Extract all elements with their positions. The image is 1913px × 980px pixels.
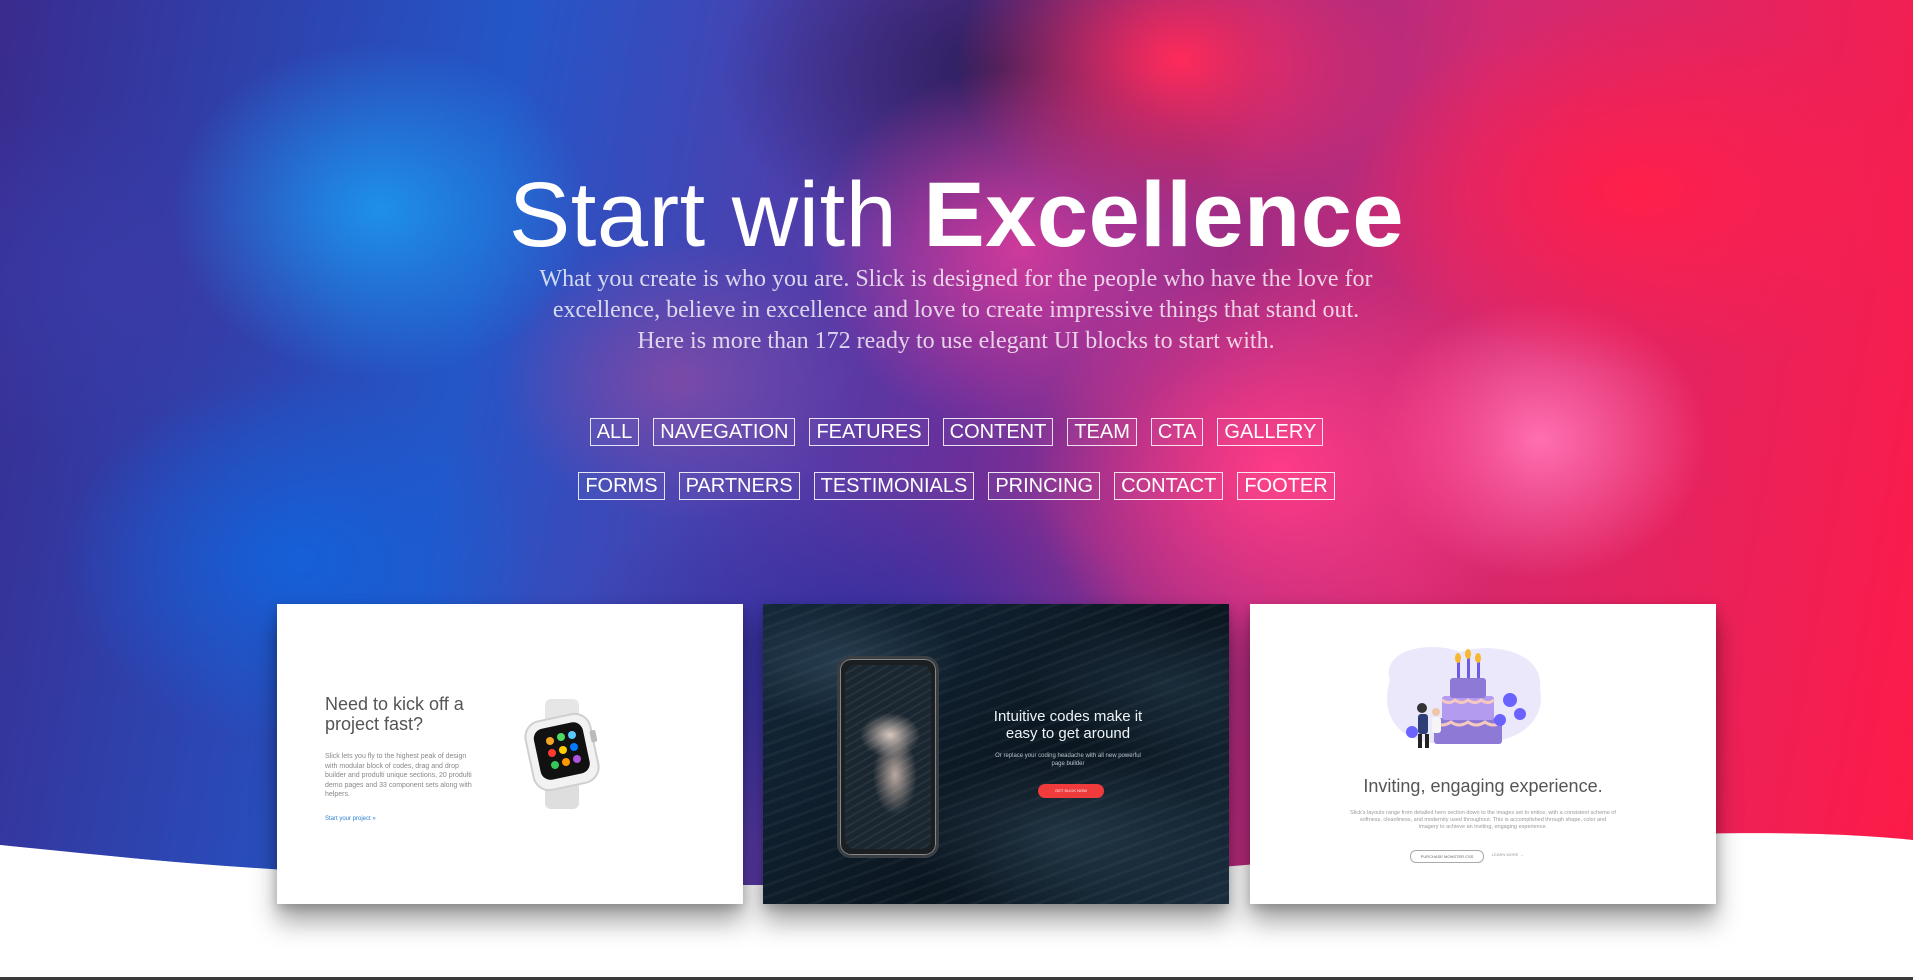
birthday-cake-illustration (1387, 647, 1541, 748)
filter-all[interactable]: ALL (589, 418, 640, 446)
preview-card-intuitive[interactable]: Intuitive codes make it easy to get arou… (763, 604, 1229, 904)
hero-lead-text: What you create is who you are. Slick is… (476, 264, 1436, 357)
phone-screen (845, 665, 931, 849)
card-heading: Need to kick off a project fast? (325, 694, 464, 734)
filter-forms[interactable]: FORMS (578, 472, 665, 500)
filter-row-1: ALL NAVEGATION FEATURES CONTENT TEAM CTA… (0, 418, 1913, 446)
page-title: Start with Excellence (0, 160, 1913, 270)
filter-partners[interactable]: PARTNERS (678, 472, 800, 500)
smartwatch-icon (524, 699, 600, 809)
filter-navegation[interactable]: NAVEGATION (653, 418, 796, 446)
filter-princing[interactable]: PRINCING (988, 472, 1101, 500)
card-heading: Intuitive codes make it easy to get arou… (993, 708, 1143, 742)
lead-line: What you create is who you are. Slick is… (539, 266, 1373, 292)
card-body: Slick's layouts range from detailed hero… (1350, 810, 1616, 830)
card-body: Slick lets you fly to the highest peak o… (325, 753, 472, 798)
purchase-button[interactable]: PURCHASE MONSTER CSS (1410, 850, 1484, 863)
preview-card-kickoff[interactable]: Need to kick off a project fast? Slick l… (277, 604, 743, 904)
title-bold: Excellence (923, 163, 1405, 266)
filter-footer[interactable]: FOOTER (1237, 472, 1335, 500)
lead-line: Here is more than 172 ready to use elega… (637, 328, 1275, 354)
filter-gallery[interactable]: GALLERY (1217, 418, 1324, 446)
filter-content[interactable]: CONTENT (942, 418, 1054, 446)
lead-line: excellence, believe in excellence and lo… (552, 297, 1360, 323)
filter-cta[interactable]: CTA (1150, 418, 1204, 446)
filter-contact[interactable]: CONTACT (1114, 472, 1224, 500)
start-project-link[interactable]: Start your project » (325, 816, 376, 822)
filter-row-2: FORMS PARTNERS TESTIMONIALS PRINCING CON… (0, 472, 1913, 500)
title-light: Start with (508, 163, 898, 266)
get-slick-button[interactable]: GET SLICK NOW (1038, 784, 1104, 798)
filter-testimonials[interactable]: TESTIMONIALS (813, 472, 975, 500)
hero-background: Start with Excellence What you create is… (0, 0, 1913, 980)
card-heading: Inviting, engaging experience. (1363, 776, 1603, 796)
filter-team[interactable]: TEAM (1067, 418, 1137, 446)
filter-features[interactable]: FEATURES (809, 418, 929, 446)
card-subtext: Or replace your coding headache with all… (995, 753, 1141, 767)
preview-card-inviting[interactable]: Inviting, engaging experience. Slick's l… (1250, 604, 1716, 904)
learn-more-link[interactable]: LEARN MORE → (1492, 852, 1524, 857)
phone-mockup (837, 656, 939, 858)
